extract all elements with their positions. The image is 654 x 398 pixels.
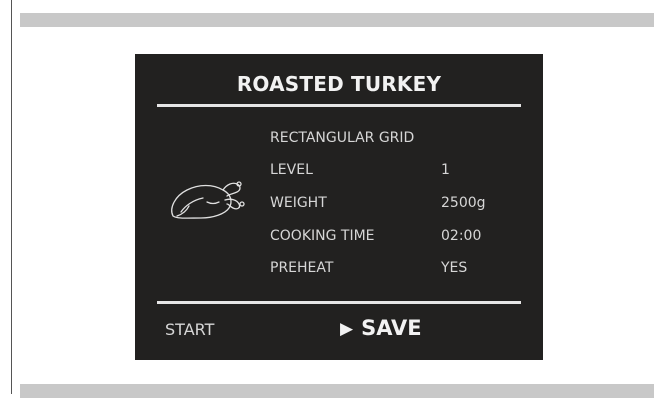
level-label: LEVEL: [270, 162, 313, 178]
weight-value: 2500g: [441, 195, 486, 211]
grid-label: RECTANGULAR GRID: [270, 130, 415, 146]
play-icon: ▶: [340, 319, 354, 339]
save-button[interactable]: ▶ SAVE: [340, 316, 422, 340]
recipe-title: ROASTED TURKEY: [236, 72, 442, 96]
preheat-label: PREHEAT: [270, 260, 334, 276]
bottom-divider-bar: [20, 384, 654, 398]
cooking-time-label: COOKING TIME: [270, 228, 375, 244]
recipe-panel: ROASTED TURKEY RECTANGULAR GRID LEVEL 1 …: [135, 54, 543, 360]
weight-label: WEIGHT: [270, 195, 327, 211]
header-divider: [157, 104, 521, 107]
footer-divider: [157, 301, 521, 304]
top-divider-bar: [20, 13, 654, 27]
turkey-icon: [171, 181, 245, 219]
preheat-value: YES: [441, 260, 468, 276]
level-value: 1: [441, 162, 450, 178]
left-margin-line: [11, 0, 12, 394]
save-label: SAVE: [361, 316, 422, 340]
start-button[interactable]: START: [165, 320, 214, 339]
cooking-time-value: 02:00: [441, 228, 482, 244]
